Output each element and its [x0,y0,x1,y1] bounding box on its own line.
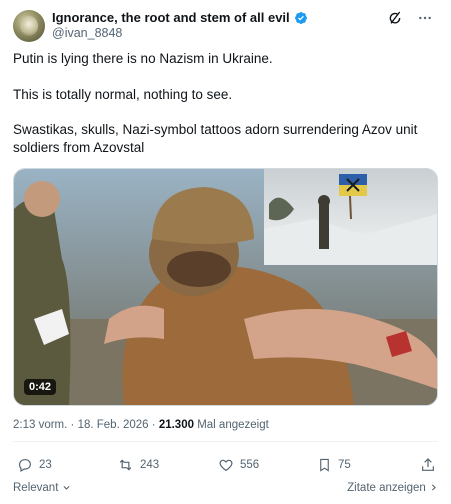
divider [13,441,438,442]
share-button[interactable] [420,457,436,473]
repost-icon [119,459,132,471]
view-quotes-label: Zitate anzeigen [347,482,426,494]
header-actions [387,10,433,26]
view-count: 21.300 [158,419,194,431]
chevron-down-icon [63,486,70,491]
author-row: Ignorance, the root and stem of all evil [52,10,308,25]
reply-count: 23 [39,459,52,471]
post-date[interactable]: 18. Feb. 2026 [78,419,149,431]
share-icon [422,458,434,471]
repost-button[interactable]: 243 [117,457,159,473]
like-icon [219,459,233,472]
sort-label: Relevant [13,482,59,494]
action-bar: 23 243 556 75 [13,457,438,475]
post-text-line-3a: Swastikas, skulls, Nazi-symbol tattoos a… [13,122,418,137]
post-text-line-2: This is totally normal, nothing to see. [13,87,233,102]
author-handle[interactable]: @ivan_8848 [52,26,122,40]
sort-dropdown[interactable]: Relevant [13,482,71,494]
avatar[interactable] [13,10,45,42]
post-text-line-3b: soldiers from Azovstal [13,140,145,155]
video-player[interactable]: 0:42 [13,168,438,406]
like-count: 556 [240,459,260,471]
bookmark-icon [320,458,329,472]
reply-button[interactable]: 23 [17,457,52,473]
author-name[interactable]: Ignorance, the root and stem of all evil [52,10,290,25]
bookmark-button[interactable]: 75 [317,457,351,473]
chevron-right-icon [431,484,436,491]
bookmark-count: 75 [338,459,351,471]
post-meta: 2:13 vorm. · 18. Feb. 2026 · 21.300 Mal … [13,419,269,431]
verified-badge-icon [294,11,307,24]
view-label: Mal angezeigt [197,419,269,431]
like-button[interactable]: 556 [218,457,259,473]
reply-icon [19,459,31,473]
post-time[interactable]: 2:13 vorm. [13,419,67,431]
more-icon[interactable] [417,10,433,26]
view-quotes-link[interactable]: Zitate anzeigen [347,482,438,494]
video-duration: 0:42 [24,379,57,395]
post-text-line-1: Putin is lying there is no Nazism in Ukr… [13,51,273,66]
repost-count: 243 [140,459,160,471]
grok-icon[interactable] [387,10,403,26]
video-thumbnail [14,169,437,405]
